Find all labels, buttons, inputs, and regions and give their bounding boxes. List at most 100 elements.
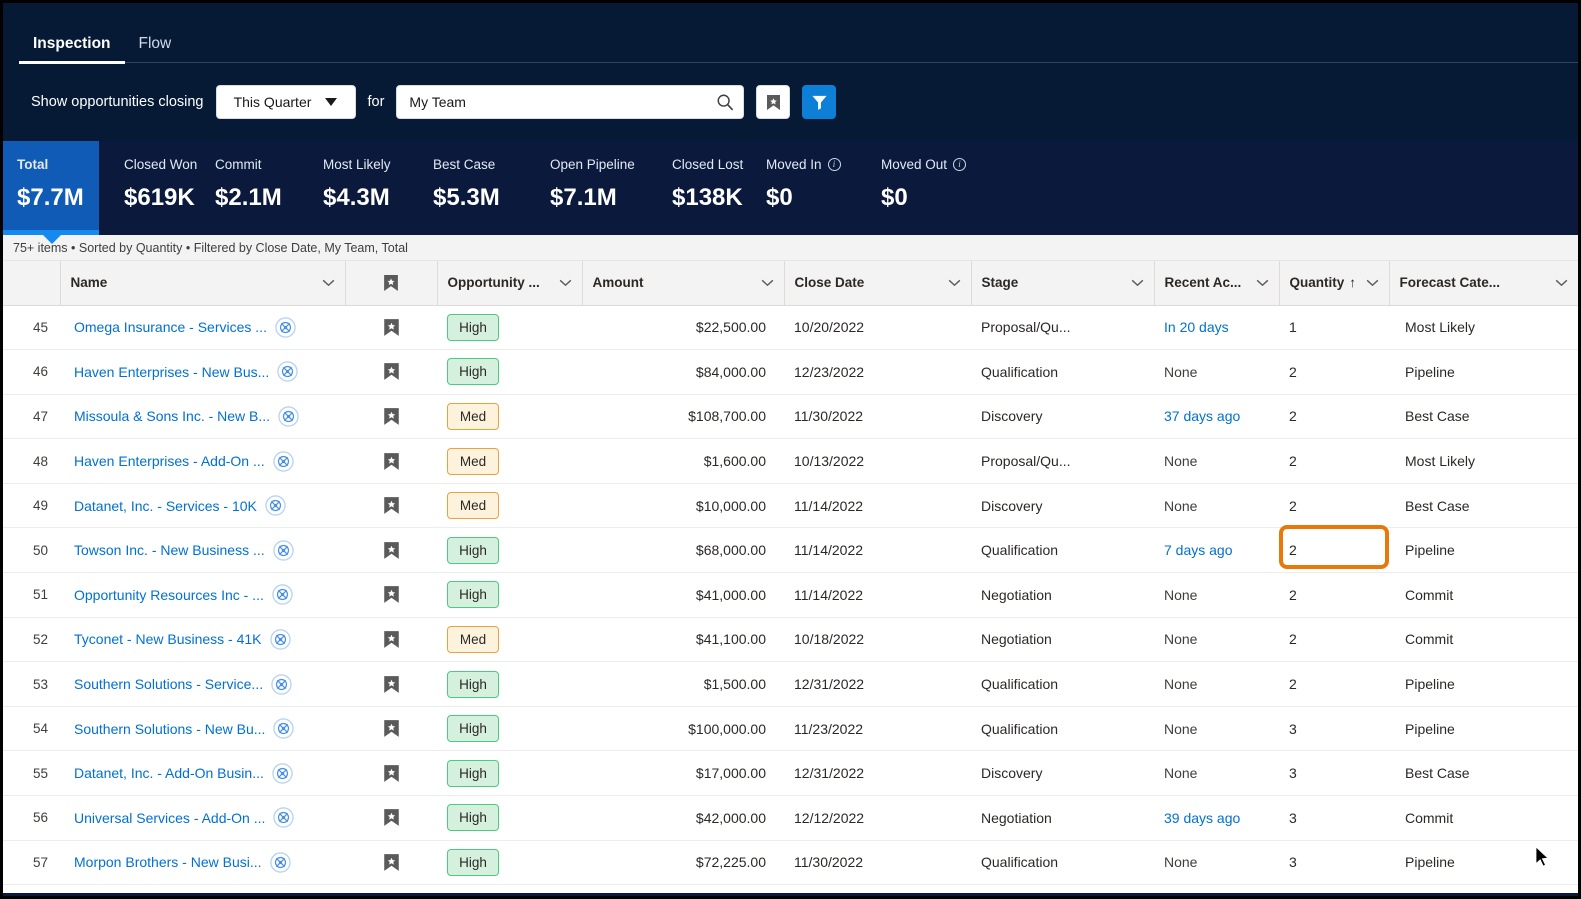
metric-closed-won[interactable]: Closed Won $619K: [99, 141, 215, 235]
chevron-down-icon[interactable]: [559, 279, 572, 287]
metric-open-pipeline[interactable]: Open Pipeline $7.1M: [550, 141, 672, 235]
opportunity-name-link[interactable]: Datanet, Inc. - Add-On Busin...: [74, 765, 264, 781]
einstein-score-icon[interactable]: [272, 584, 293, 606]
opportunity-name-link[interactable]: Datanet, Inc. - Services - 10K: [74, 498, 257, 514]
bookmark-icon[interactable]: [382, 675, 401, 694]
bookmark-icon[interactable]: [382, 853, 401, 872]
bookmark-filter-button[interactable]: [756, 85, 791, 119]
table-row[interactable]: 45 Omega Insurance - Services ... High $22,…: [3, 305, 1578, 351]
einstein-score-icon[interactable]: [269, 852, 291, 873]
table-row[interactable]: 52 Tyconet - New Business - 41K Med $41,100…: [3, 617, 1578, 663]
table-row[interactable]: 53 Southern Solutions - Service... High $1,…: [3, 661, 1578, 707]
table-row[interactable]: 50 Towson Inc. - New Business ... High $68,…: [3, 527, 1578, 574]
opportunity-name-link[interactable]: Morpon Brothers - New Busi...: [74, 854, 262, 870]
column-header-opportunity-score[interactable]: Opportunity ...: [437, 261, 583, 306]
row-bookmark-cell[interactable]: [345, 572, 437, 618]
chevron-down-icon[interactable]: [1366, 279, 1379, 287]
chevron-down-icon[interactable]: [1256, 279, 1269, 287]
opportunity-name-link[interactable]: Southern Solutions - Service...: [74, 676, 263, 692]
einstein-score-icon[interactable]: [273, 718, 295, 739]
recent-activity-link[interactable]: 7 days ago: [1164, 542, 1233, 558]
tab-flow[interactable]: Flow: [125, 35, 186, 64]
tab-inspection[interactable]: Inspection: [19, 35, 125, 64]
column-header-quantity[interactable]: Quantity ↑: [1279, 261, 1390, 306]
recent-activity-link[interactable]: 37 days ago: [1164, 408, 1240, 424]
opportunity-name-link[interactable]: Towson Inc. - New Business ...: [74, 542, 265, 558]
table-row[interactable]: 51 Opportunity Resources Inc - ... High $41…: [3, 572, 1578, 618]
chevron-down-icon[interactable]: [948, 279, 961, 287]
row-bookmark-cell[interactable]: [345, 349, 437, 395]
bookmark-icon[interactable]: [382, 318, 401, 337]
einstein-score-icon[interactable]: [278, 406, 299, 427]
metric-commit[interactable]: Commit $2.1M: [215, 141, 323, 235]
table-row[interactable]: 48 Haven Enterprises - Add-On ... Med $1,60…: [3, 438, 1578, 484]
opportunity-name-link[interactable]: Haven Enterprises - New Bus...: [74, 364, 269, 380]
opportunity-name-link[interactable]: Universal Services - Add-On ...: [74, 810, 265, 826]
opportunity-name-link[interactable]: Omega Insurance - Services ...: [74, 319, 267, 335]
filter-button[interactable]: [802, 85, 837, 119]
chevron-down-icon[interactable]: [761, 279, 774, 287]
table-row[interactable]: 56 Universal Services - Add-On ... High $42…: [3, 795, 1578, 841]
einstein-score-icon[interactable]: [272, 540, 294, 561]
bookmark-icon[interactable]: [382, 764, 401, 783]
opportunity-name-link[interactable]: Southern Solutions - New Bu...: [74, 721, 265, 737]
bookmark-icon[interactable]: [382, 452, 401, 471]
bookmark-icon[interactable]: [382, 541, 401, 560]
recent-activity-link[interactable]: 39 days ago: [1164, 810, 1240, 826]
metric-closed-lost[interactable]: Closed Lost $138K: [672, 141, 766, 235]
einstein-score-icon[interactable]: [269, 629, 291, 650]
einstein-score-icon[interactable]: [275, 317, 296, 338]
column-header-close-date[interactable]: Close Date: [784, 261, 972, 306]
metric-total[interactable]: Total $7.7M: [3, 141, 99, 244]
column-header-forecast-category[interactable]: Forecast Cate...: [1389, 261, 1578, 306]
row-bookmark-cell[interactable]: [345, 483, 437, 529]
opportunity-name-link[interactable]: Missoula & Sons Inc. - New B...: [74, 408, 270, 424]
row-bookmark-cell[interactable]: [345, 527, 437, 574]
table-row[interactable]: 47 Missoula & Sons Inc. - New B... Med $108…: [3, 394, 1578, 440]
opportunity-name-link[interactable]: Tyconet - New Business - 41K: [74, 631, 262, 647]
row-bookmark-cell[interactable]: [345, 305, 437, 351]
metric-moved-out[interactable]: Moved Out i $0: [881, 141, 1011, 235]
table-row[interactable]: 49 Datanet, Inc. - Services - 10K Med $10,0…: [3, 483, 1578, 529]
opportunity-name-link[interactable]: Haven Enterprises - Add-On ...: [74, 453, 265, 469]
bookmark-icon[interactable]: [382, 362, 401, 381]
row-bookmark-cell[interactable]: [345, 840, 437, 886]
row-bookmark-cell[interactable]: [345, 394, 437, 440]
bookmark-icon[interactable]: [382, 407, 401, 426]
column-header-recent-activity[interactable]: Recent Ac...: [1154, 261, 1280, 306]
metric-most-likely[interactable]: Most Likely $4.3M: [323, 141, 433, 235]
search-input[interactable]: [396, 85, 745, 119]
bookmark-icon[interactable]: [382, 496, 401, 515]
bookmark-icon[interactable]: [382, 630, 401, 649]
row-bookmark-cell[interactable]: [345, 750, 437, 797]
opportunity-name-link[interactable]: Opportunity Resources Inc - ...: [74, 587, 264, 603]
chevron-down-icon[interactable]: [1555, 279, 1568, 287]
row-bookmark-cell[interactable]: [345, 706, 437, 752]
table-row[interactable]: 55 Datanet, Inc. - Add-On Busin... High $17…: [3, 750, 1578, 797]
bookmark-icon[interactable]: [382, 585, 401, 604]
column-header-name[interactable]: Name: [60, 261, 346, 306]
column-header-amount[interactable]: Amount: [582, 261, 785, 306]
einstein-score-icon[interactable]: [271, 673, 292, 695]
period-select[interactable]: This Quarter: [215, 85, 356, 119]
row-bookmark-cell[interactable]: [345, 617, 437, 663]
metric-best-case[interactable]: Best Case $5.3M: [433, 141, 550, 235]
table-row[interactable]: 54 Southern Solutions - New Bu... High $100…: [3, 706, 1578, 752]
row-bookmark-cell[interactable]: [345, 661, 437, 707]
einstein-score-icon[interactable]: [265, 495, 286, 516]
einstein-score-icon[interactable]: [272, 450, 294, 472]
bookmark-icon[interactable]: [382, 719, 401, 738]
column-header-bookmark[interactable]: [345, 261, 438, 306]
einstein-score-icon[interactable]: [272, 763, 293, 784]
chevron-down-icon[interactable]: [1131, 279, 1144, 287]
bookmark-icon[interactable]: [382, 808, 401, 827]
row-bookmark-cell[interactable]: [345, 795, 437, 841]
chevron-down-icon[interactable]: [322, 279, 335, 287]
column-header-stage[interactable]: Stage: [971, 261, 1155, 306]
row-bookmark-cell[interactable]: [345, 438, 437, 484]
info-icon[interactable]: i: [827, 158, 841, 171]
einstein-score-icon[interactable]: [273, 807, 295, 829]
einstein-score-icon[interactable]: [277, 361, 299, 383]
metric-moved-in[interactable]: Moved In i $0: [766, 141, 881, 235]
info-icon[interactable]: i: [953, 158, 967, 171]
